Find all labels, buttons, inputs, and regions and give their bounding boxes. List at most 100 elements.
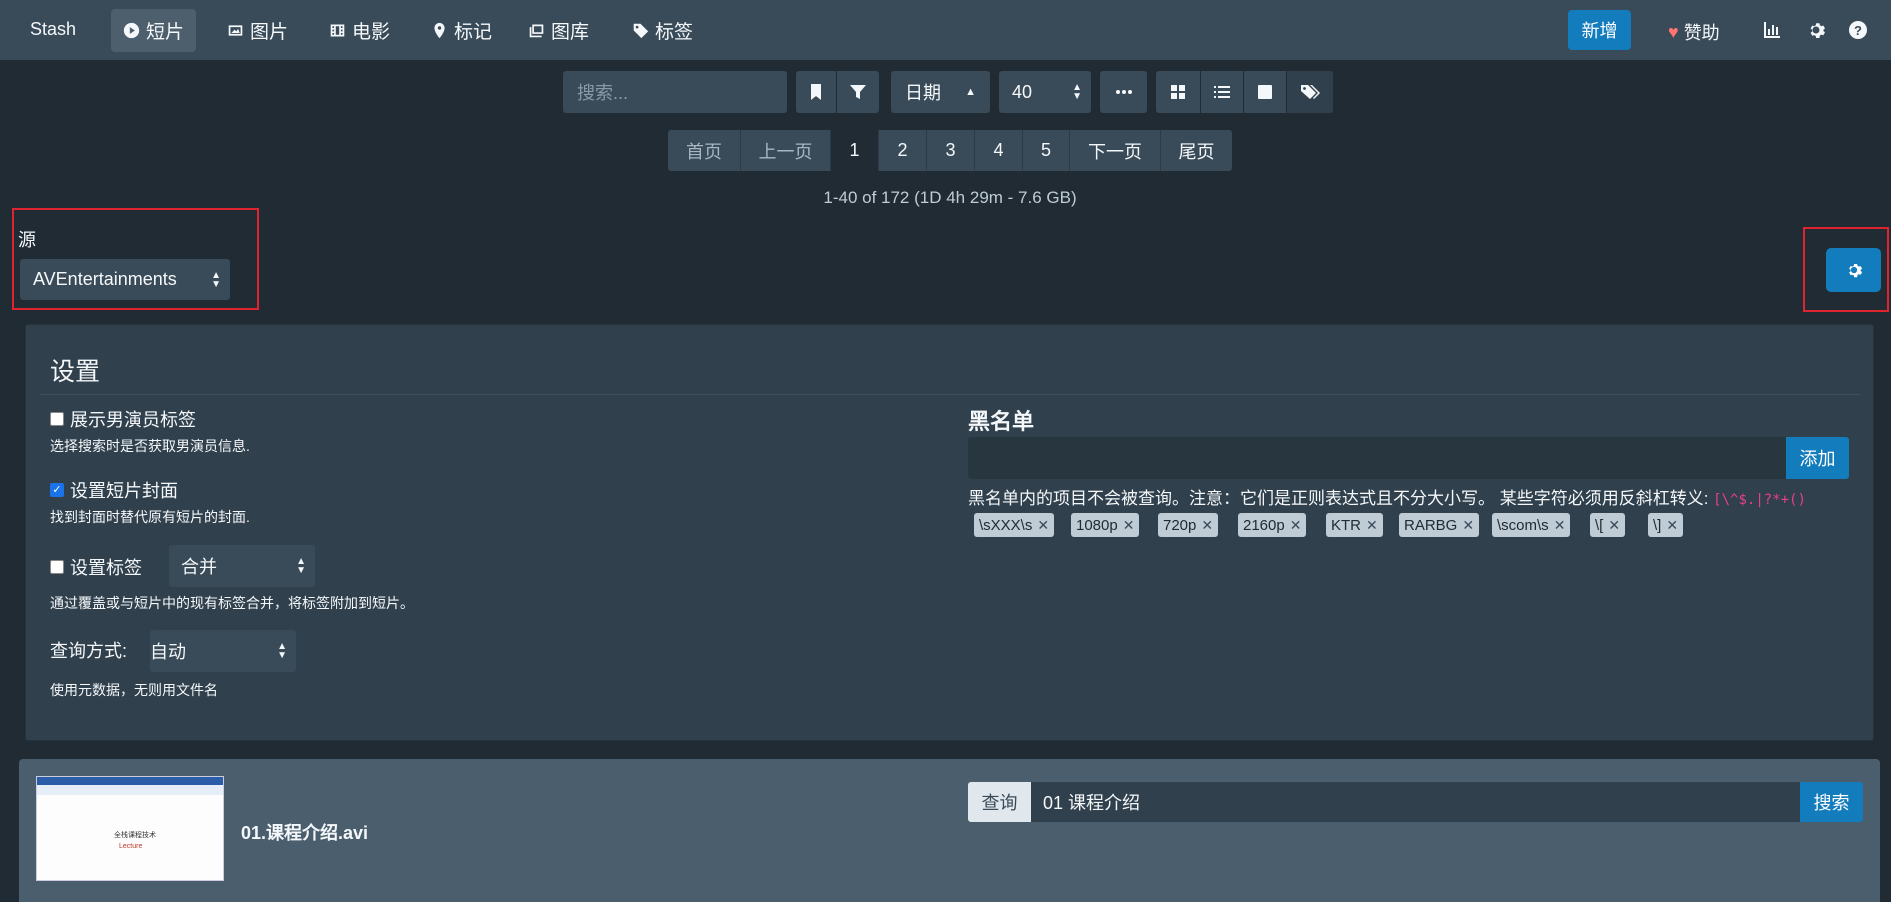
square-icon — [1258, 85, 1272, 99]
query-input[interactable]: 01 课程介绍 — [1031, 782, 1800, 822]
blacklist-tag: \sXXX\s ✕ — [974, 513, 1055, 537]
navbar: Stash 短片 图片 电影 标记 图库 标签 新增 ♥ 赞助 ? — [0, 0, 1891, 60]
stats-icon[interactable] — [1762, 20, 1782, 40]
blacklist-tag: \[✕ — [1590, 513, 1626, 537]
remove-icon[interactable]: ✕ — [1608, 517, 1620, 534]
filter-button[interactable] — [837, 71, 879, 113]
checkbox-box[interactable] — [50, 560, 64, 574]
first-page-button[interactable]: 首页 — [668, 130, 741, 171]
source-label: 源 — [18, 230, 36, 250]
page-button[interactable]: 5 — [1023, 130, 1070, 171]
blacklist-tag: KTR ✕ — [1326, 513, 1383, 537]
tag-label: \[ — [1595, 516, 1604, 534]
checkbox-box[interactable] — [50, 412, 64, 426]
blacklist-add-button[interactable]: 添加 — [1786, 437, 1849, 479]
list-view-button[interactable] — [1201, 71, 1244, 113]
page-button[interactable]: 4 — [975, 130, 1023, 171]
nav-item-markers[interactable]: 标记 — [419, 9, 504, 52]
nav-item-tags[interactable]: 标签 — [620, 9, 705, 52]
tag-label: 1080p — [1076, 516, 1118, 534]
ellipsis-icon — [1115, 90, 1132, 94]
last-page-button[interactable]: 尾页 — [1161, 130, 1232, 171]
per-page-select[interactable]: 40 ▲ ▼ — [999, 71, 1091, 113]
tag-mode-select[interactable]: 合并 ▲ ▼ — [169, 545, 315, 587]
map-marker-icon — [434, 22, 445, 39]
sort-label: 日期 — [905, 83, 941, 103]
tag-label: \scom\s — [1497, 516, 1549, 534]
set-tags-checkbox[interactable]: 设置标签 — [50, 554, 142, 580]
results-stats: 1-40 of 172 (1D 4h 29m - 7.6 GB) — [823, 188, 1077, 207]
images-icon — [529, 24, 544, 38]
blacklist-title: 黑名单 — [968, 409, 1035, 434]
gear-icon — [1848, 263, 1862, 278]
filter-icon — [850, 85, 866, 99]
checkbox-box[interactable] — [50, 483, 64, 497]
remove-icon[interactable]: ✕ — [1123, 517, 1135, 534]
tag-mode-value: 合并 — [181, 557, 217, 577]
remove-icon[interactable]: ✕ — [1462, 517, 1474, 534]
thumb-ribbon — [37, 785, 223, 795]
grid-icon — [1171, 85, 1185, 99]
new-button[interactable]: 新增 — [1568, 10, 1631, 50]
image-icon — [228, 25, 243, 36]
set-cover-desc: 找到封面时替代原有短片的封面. — [50, 509, 250, 525]
scene-search-button[interactable]: 搜索 — [1800, 782, 1863, 822]
nav-item-movies[interactable]: 电影 — [317, 9, 402, 52]
saved-filters-button[interactable] — [796, 71, 837, 113]
settings-toggle-button[interactable] — [1826, 248, 1881, 292]
help-icon[interactable]: ? — [1848, 20, 1868, 40]
bookmark-icon — [811, 84, 821, 100]
blacklist-tag: RARBG ✕ — [1399, 513, 1480, 537]
donate-label: 赞助 — [1683, 23, 1720, 43]
remove-icon[interactable]: ✕ — [1554, 517, 1566, 534]
tagger-view-button[interactable] — [1287, 71, 1333, 113]
next-page-button[interactable]: 下一页 — [1070, 130, 1161, 171]
set-cover-checkbox[interactable]: 设置短片封面 — [50, 477, 178, 503]
blacklist-tag: 1080p ✕ — [1071, 513, 1140, 537]
tag-icon — [633, 23, 649, 39]
remove-icon[interactable]: ✕ — [1290, 517, 1302, 534]
page-button[interactable]: 1 — [831, 130, 879, 171]
nav-item-label: 图库 — [551, 22, 590, 43]
brand-link[interactable]: Stash — [30, 19, 76, 40]
nav-item-label: 短片 — [146, 22, 185, 43]
remove-icon[interactable]: ✕ — [1366, 517, 1378, 534]
prev-page-button[interactable]: 上一页 — [741, 130, 831, 171]
source-select[interactable]: AVEntertainments ▲ ▼ — [20, 259, 230, 300]
nav-item-label: 图片 — [250, 22, 289, 43]
remove-icon[interactable]: ✕ — [1037, 517, 1049, 534]
nav-item-scenes[interactable]: 短片 — [111, 9, 197, 52]
remove-icon[interactable]: ✕ — [1201, 517, 1213, 534]
query-mode-label: 查询方式: — [50, 641, 128, 661]
remove-icon[interactable]: ✕ — [1666, 517, 1678, 534]
blacklist-input[interactable] — [968, 437, 1786, 479]
wall-view-button[interactable] — [1244, 71, 1287, 113]
query-mode-desc: 使用元数据，无则用文件名 — [50, 682, 218, 698]
tag-label: \] — [1653, 516, 1662, 534]
query-mode-select[interactable]: 自动 ▲ ▼ — [150, 630, 296, 672]
divider — [40, 394, 1861, 395]
list-icon — [1214, 86, 1230, 98]
more-options-button[interactable] — [1100, 71, 1147, 113]
settings-title: 设置 — [50, 358, 101, 386]
blacklist-note: 黑名单内的项目不会被查询。注意：它们是正则表达式且不分大小写。 某些字符必须用反… — [968, 484, 1806, 509]
grid-view-button[interactable] — [1156, 71, 1201, 113]
page-button[interactable]: 2 — [879, 130, 927, 171]
scene-thumbnail[interactable]: 全栈课程技术 Lecture — [36, 776, 224, 881]
escape-chars: [\^$.|?*+() — [1713, 492, 1806, 508]
checkbox-label: 设置标签 — [70, 558, 142, 578]
source-value: AVEntertainments — [33, 269, 177, 289]
donate-link[interactable]: ♥ 赞助 — [1668, 19, 1720, 45]
nav-item-label: 标签 — [655, 22, 694, 43]
nav-item-galleries[interactable]: 图库 — [516, 9, 601, 52]
page-button[interactable]: 3 — [927, 130, 975, 171]
show-male-checkbox[interactable]: 展示男演员标签 — [50, 406, 196, 432]
sort-select[interactable]: 日期 ▲ — [891, 71, 990, 113]
nav-item-images[interactable]: 图片 — [215, 9, 300, 52]
thumb-title: 全栈课程技术 — [114, 832, 156, 839]
play-circle-icon — [123, 22, 140, 39]
blacklist-tag: 2160p ✕ — [1238, 513, 1307, 537]
search-input[interactable]: 搜索... — [563, 71, 787, 113]
gear-icon[interactable] — [1806, 20, 1826, 40]
scene-filename[interactable]: 01.课程介绍.avi — [241, 819, 368, 845]
